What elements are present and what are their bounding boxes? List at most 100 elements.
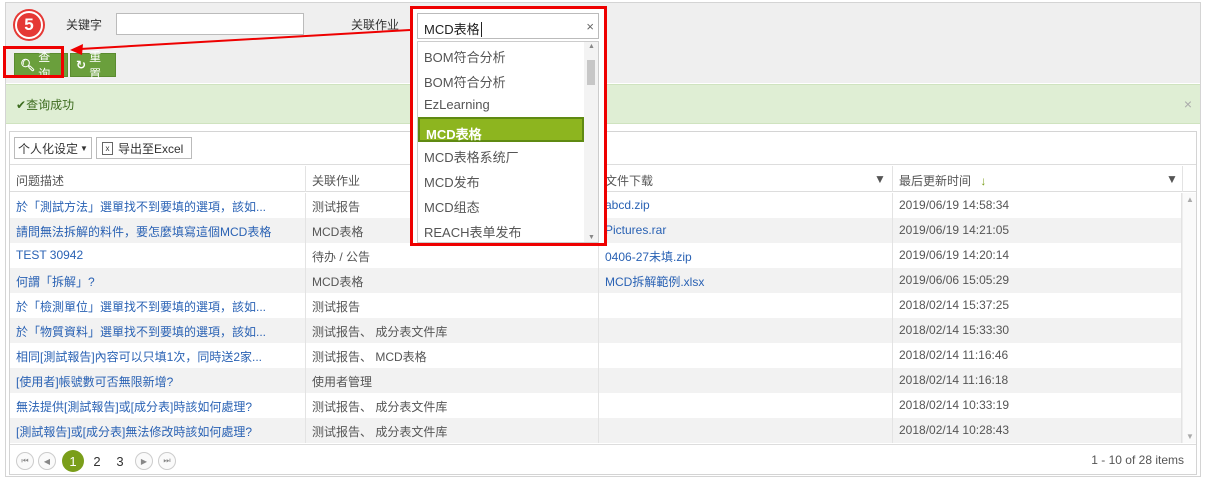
cell-related: MCD表格 <box>306 268 599 293</box>
cell-related: 测试报告、 成分表文件库 <box>306 318 599 343</box>
cell-updated: 2019/06/06 15:05:29 <box>893 268 1182 293</box>
cell-updated: 2019/06/19 14:21:05 <box>893 218 1182 243</box>
cell-description[interactable]: 於「物質資料」選單找不到要填的選項，該如... <box>10 318 306 343</box>
related-job-input[interactable]: MCD表格 <box>417 13 599 39</box>
cell-updated: 2018/02/14 11:16:46 <box>893 343 1182 368</box>
col-download-label: 文件下载 <box>605 174 654 188</box>
step-badge: 5 <box>15 11 43 39</box>
scroll-up-icon[interactable]: ▲ <box>1186 195 1194 204</box>
related-job-label: 关联作业 <box>351 18 400 32</box>
cell-updated: 2019/06/19 14:20:14 <box>893 243 1182 268</box>
cell-description[interactable]: [使用者]帳號數可否無限新增? <box>10 368 306 393</box>
filter-icon[interactable]: ▼ <box>874 172 886 186</box>
cell-description[interactable]: TEST 30942 <box>10 243 306 268</box>
scroll-up-icon[interactable]: ▲ <box>588 43 595 50</box>
close-icon[interactable]: × <box>1184 96 1192 112</box>
keyword-input[interactable] <box>116 13 304 35</box>
table-row[interactable]: 何謂「拆解」? MCD表格 MCD拆解範例.xlsx 2019/06/06 15… <box>10 268 1182 293</box>
scroll-down-icon[interactable]: ▼ <box>1186 432 1194 441</box>
related-job-options: BOM符合分析 BOM符合分析 EzLearning MCD表格 MCD表格系统… <box>417 41 599 243</box>
cell-download[interactable] <box>599 293 893 318</box>
cell-updated: 2018/02/14 11:16:18 <box>893 368 1182 393</box>
cell-updated: 2018/02/14 10:33:19 <box>893 393 1182 418</box>
cell-download[interactable]: MCD拆解範例.xlsx <box>599 268 893 293</box>
option-item[interactable]: BOM符合分析 <box>418 67 584 92</box>
table-row[interactable]: 於「檢測單位」選單找不到要填的選項，該如... 测试报告 2018/02/14 … <box>10 293 1182 318</box>
caret-down-icon: ▼ <box>80 143 88 153</box>
cell-related: 使用者管理 <box>306 368 599 393</box>
cell-description[interactable]: 於「測試方法」選單找不到要填的選項，該如... <box>10 193 306 218</box>
success-message: ✔查询成功 <box>16 96 74 113</box>
filter-icon[interactable]: ▼ <box>1166 172 1178 186</box>
option-item-selected[interactable]: MCD表格 <box>418 117 584 142</box>
option-item[interactable]: REACH表单发布 <box>418 217 584 242</box>
option-item[interactable]: MCD表格系统厂 <box>418 142 584 167</box>
keyword-label: 关键字 <box>66 18 103 32</box>
page-1[interactable]: 1 <box>62 450 84 472</box>
scroll-thumb[interactable] <box>587 60 595 85</box>
personalize-label: 个人化设定 <box>18 141 79 156</box>
cell-related: 测试报告、 成分表文件库 <box>306 393 599 418</box>
cell-download[interactable] <box>599 343 893 368</box>
related-job-value: MCD表格 <box>424 22 480 37</box>
cell-updated: 2018/02/14 10:28:43 <box>893 418 1182 443</box>
cell-description[interactable]: 何謂「拆解」? <box>10 268 306 293</box>
prev-page-icon[interactable]: ◀ <box>38 452 56 470</box>
table-row[interactable]: [使用者]帳號數可否無限新增? 使用者管理 2018/02/14 11:16:1… <box>10 368 1182 393</box>
cell-download[interactable]: 0406-27未填.zip <box>599 243 893 268</box>
option-item[interactable]: BOM符合分析 <box>418 42 584 67</box>
cell-related: 待办 / 公告 <box>306 243 599 268</box>
cell-related: 测试报告、 成分表文件库 <box>306 418 599 443</box>
col-download[interactable]: 文件下载 <box>599 166 893 192</box>
check-icon: ✔ <box>16 98 27 112</box>
dropdown-scrollbar[interactable]: ▲ ▼ <box>584 42 598 242</box>
cell-download[interactable]: abcd.zip <box>599 193 893 218</box>
page-3[interactable]: 3 <box>110 451 130 471</box>
personalize-dropdown[interactable]: 个人化设定 ▼ <box>14 137 92 159</box>
option-item[interactable]: MCD发布 <box>418 167 584 192</box>
export-label: 导出至Excel <box>118 141 184 156</box>
grid-scrollbar[interactable]: ▲ ▼ <box>1182 193 1196 443</box>
cell-description[interactable]: [測試報告]或[成分表]無法修改時該如何處理? <box>10 418 306 443</box>
cell-related: 测试报告 <box>306 293 599 318</box>
cell-description[interactable]: 請問無法拆解的料件，要怎麼填寫這個MCD表格 <box>10 218 306 243</box>
next-page-icon[interactable]: ▶ <box>135 452 153 470</box>
cell-download[interactable] <box>599 318 893 343</box>
cell-updated: 2018/02/14 15:37:25 <box>893 293 1182 318</box>
cell-download[interactable] <box>599 393 893 418</box>
cell-description[interactable]: 於「檢測單位」選單找不到要填的選項，該如... <box>10 293 306 318</box>
clear-icon[interactable]: × <box>586 19 594 34</box>
table-row[interactable]: 相同[測試報告]內容可以只填1次，同時送2家... 测试报告、 MCD表格 20… <box>10 343 1182 368</box>
option-item[interactable]: EzLearning <box>418 92 584 117</box>
col-description[interactable]: 问题描述 <box>10 166 306 192</box>
pager: ⏮︎ ◀ 1 2 3 ▶ ⏭︎ 1 - 10 of 28 items <box>10 444 1196 474</box>
col-updated[interactable]: 最后更新时间 ↓ <box>893 166 1183 192</box>
cell-download[interactable]: Pictures.rar <box>599 218 893 243</box>
cell-description[interactable]: 相同[測試報告]內容可以只填1次，同時送2家... <box>10 343 306 368</box>
col-updated-label: 最后更新时间 <box>899 174 972 188</box>
cell-related: 测试报告、 MCD表格 <box>306 343 599 368</box>
query-button-highlight <box>3 46 64 78</box>
last-page-icon[interactable]: ⏭︎ <box>158 452 176 470</box>
cell-download[interactable] <box>599 418 893 443</box>
cell-updated: 2018/02/14 15:33:30 <box>893 318 1182 343</box>
export-excel-button[interactable]: x 导出至Excel <box>96 137 192 159</box>
pager-info: 1 - 10 of 28 items <box>1091 453 1184 467</box>
cell-description[interactable]: 無法提供[測試報告]或[成分表]時該如何處理? <box>10 393 306 418</box>
reset-button[interactable]: ↻ 重置 <box>70 50 116 81</box>
table-row[interactable]: 於「物質資料」選單找不到要填的選項，該如... 测试报告、 成分表文件库 201… <box>10 318 1182 343</box>
table-row[interactable]: [測試報告]或[成分表]無法修改時該如何處理? 测试报告、 成分表文件库 201… <box>10 418 1182 443</box>
reset-button-label: 重置 <box>89 50 102 81</box>
undo-icon: ↻ <box>76 58 87 72</box>
cell-updated: 2019/06/19 14:58:34 <box>893 193 1182 218</box>
scroll-down-icon[interactable]: ▼ <box>588 234 595 241</box>
sort-down-icon: ↓ <box>980 174 987 188</box>
excel-icon: x <box>102 141 113 155</box>
option-item[interactable]: MCD组态 <box>418 192 584 217</box>
table-row[interactable]: TEST 30942 待办 / 公告 0406-27未填.zip 2019/06… <box>10 243 1182 268</box>
cell-download[interactable] <box>599 368 893 393</box>
first-page-icon[interactable]: ⏮︎ <box>16 452 34 470</box>
page-2[interactable]: 2 <box>87 451 107 471</box>
table-row[interactable]: 無法提供[測試報告]或[成分表]時該如何處理? 测试报告、 成分表文件库 201… <box>10 393 1182 418</box>
related-job-combobox[interactable]: MCD表格 × BOM符合分析 BOM符合分析 EzLearning MCD表格… <box>410 6 607 246</box>
